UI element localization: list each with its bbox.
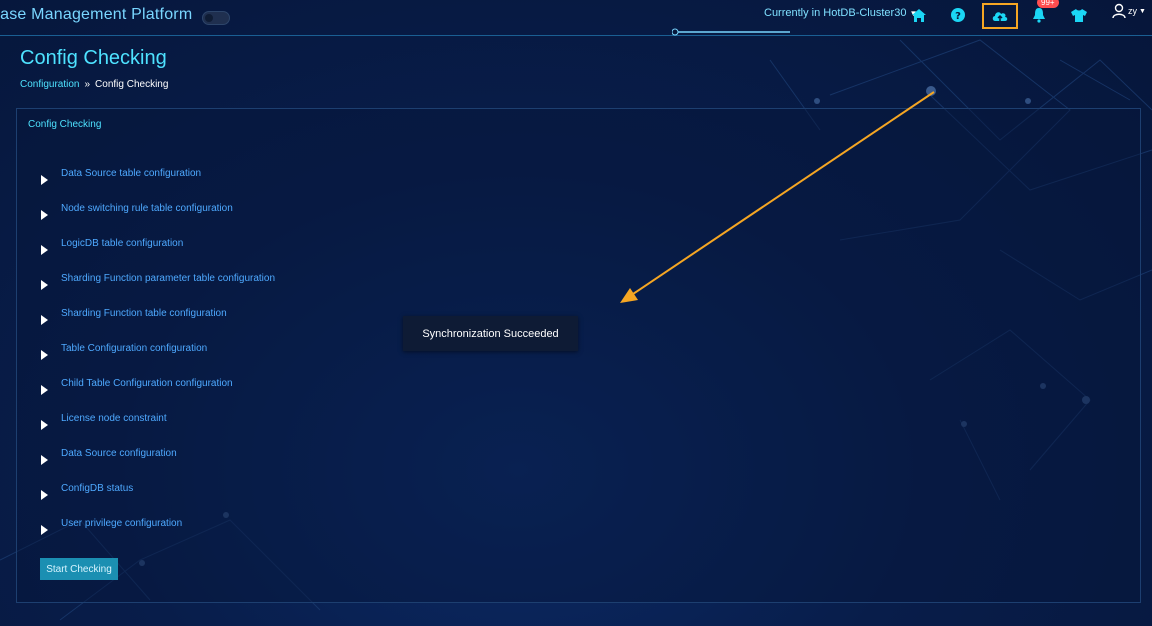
expand-arrow-icon [41,419,48,430]
user-menu[interactable]: zy ▼ [1112,3,1146,19]
check-item-label: Data Source table configuration [61,168,202,179]
config-checking-panel: Config Checking Data Source table config… [16,108,1141,603]
check-item-data-source-table[interactable]: Data Source table configuration [41,159,275,194]
expand-arrow-icon [41,244,48,255]
theme-toggle[interactable] [202,11,230,25]
check-item-label: Child Table Configuration configuration [61,378,233,389]
check-item-child-table-configuration[interactable]: Child Table Configuration configuration [41,369,275,404]
check-item-data-source-configuration[interactable]: Data Source configuration [41,439,275,474]
expand-arrow-icon [41,524,48,535]
check-item-node-switching-rule[interactable]: Node switching rule table configuration [41,194,275,229]
check-item-sharding-function-parameter[interactable]: Sharding Function parameter table config… [41,264,275,299]
expand-arrow-icon [41,174,48,185]
check-item-logicdb-table[interactable]: LogicDB table configuration [41,229,275,264]
help-icon: ? [951,8,965,22]
check-item-license-node-constraint[interactable]: License node constraint [41,404,275,439]
check-item-user-privilege[interactable]: User privilege configuration [41,509,275,544]
sync-config-button[interactable] [982,3,1018,29]
cloud-sync-icon [992,12,1008,21]
check-item-label: Sharding Function parameter table config… [61,273,276,284]
chevron-down-icon: ▼ [1139,7,1146,15]
check-item-label: Sharding Function table configuration [61,308,227,319]
check-item-label: Data Source configuration [61,448,177,459]
expand-arrow-icon [41,454,48,465]
username: zy [1128,6,1137,16]
check-item-sharding-function-table[interactable]: Sharding Function table configuration [41,299,275,334]
page-title: Config Checking [20,47,167,69]
header-divider [0,35,1152,36]
home-button[interactable] [906,3,932,27]
panel-title: Config Checking [28,119,102,130]
cluster-label: Currently in HotDB-Cluster30 [764,7,907,19]
cluster-selector[interactable]: Currently in HotDB-Cluster30 ▼ [764,7,917,19]
home-icon [912,8,926,22]
notification-badge: 99+ [1037,0,1059,8]
shirt-icon [1071,8,1087,22]
check-item-configdb-status[interactable]: ConfigDB status [41,474,275,509]
start-checking-button[interactable]: Start Checking [40,558,118,580]
check-item-label: User privilege configuration [61,518,183,529]
user-icon [1112,3,1126,19]
skin-button[interactable] [1066,3,1092,27]
check-item-label: Table Configuration configuration [61,343,208,354]
expand-arrow-icon [41,279,48,290]
check-item-table-configuration[interactable]: Table Configuration configuration [41,334,275,369]
toggle-knob [205,14,213,22]
success-toast: Synchronization Succeeded [403,316,578,351]
check-item-label: Node switching rule table configuration [61,203,233,214]
expand-arrow-icon [41,314,48,325]
top-navigation-bar: base Management Platform Currently in Ho… [0,0,1152,36]
check-item-label: LogicDB table configuration [61,238,184,249]
breadcrumb-separator: » [84,79,91,90]
breadcrumb-current: Config Checking [95,79,169,90]
check-item-label: ConfigDB status [61,483,134,494]
app-title: base Management Platform [0,6,193,23]
breadcrumb: Configuration » Config Checking [20,79,168,90]
check-items-list: Data Source table configuration Node swi… [41,159,275,544]
expand-arrow-icon [41,349,48,360]
svg-text:?: ? [955,11,961,22]
breadcrumb-configuration-link[interactable]: Configuration [20,79,79,90]
help-button[interactable]: ? [945,3,971,27]
bell-icon [1033,8,1045,23]
expand-arrow-icon [41,489,48,500]
tab-indicator [672,28,790,36]
expand-arrow-icon [41,209,48,220]
expand-arrow-icon [41,384,48,395]
check-item-label: License node constraint [61,413,167,424]
